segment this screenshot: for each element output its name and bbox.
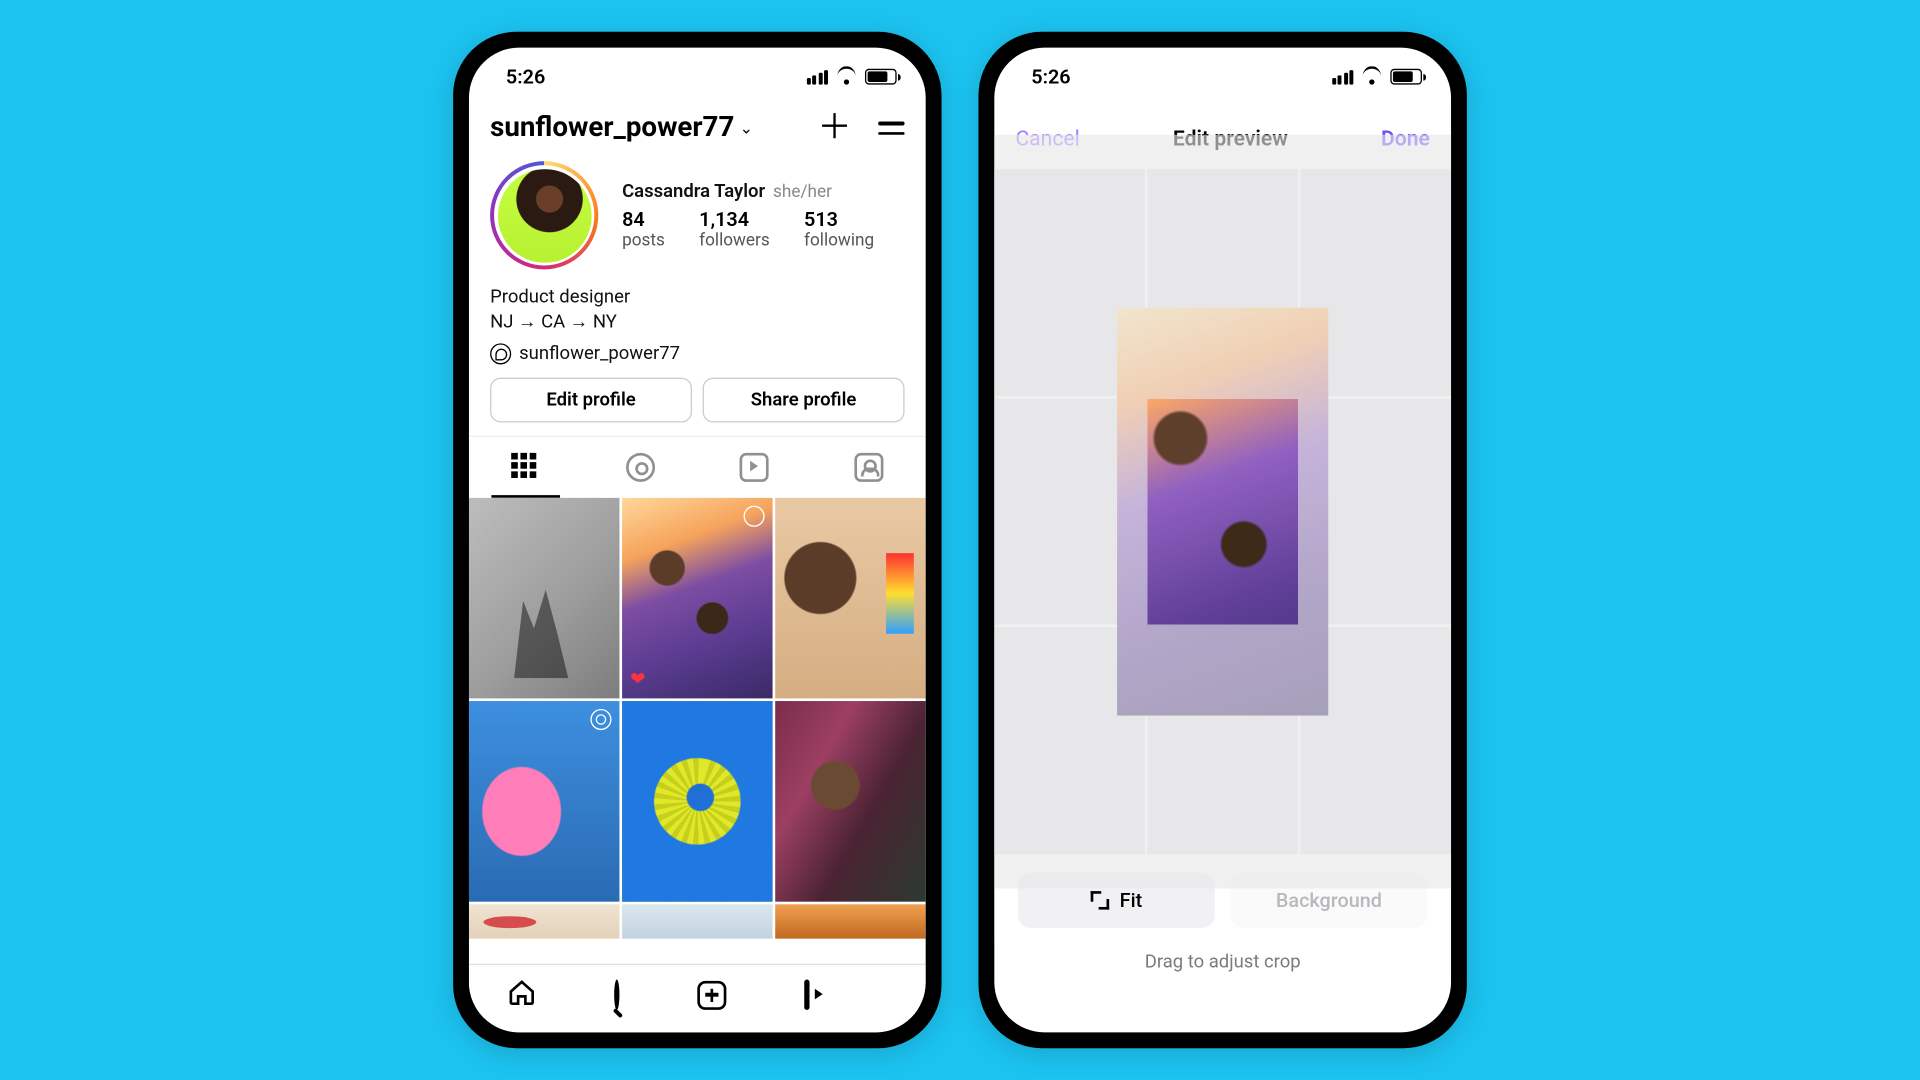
screen-profile: 5:26 sunflower_power77 ⌄ ＋ xyxy=(469,48,926,1033)
tab-grid[interactable] xyxy=(469,437,583,498)
edit-profile-button[interactable]: Edit profile xyxy=(490,377,692,422)
post-thumbnail[interactable]: ❤ xyxy=(622,497,772,698)
status-indicators xyxy=(806,69,896,85)
profile-info: Cassandra Taylor she/her 84 posts 1,134 … xyxy=(469,156,926,277)
stat-followers[interactable]: 1,134 followers xyxy=(699,207,770,251)
pronouns: she/her xyxy=(773,182,832,202)
done-button[interactable]: Done xyxy=(1381,125,1430,150)
threads-icon xyxy=(490,343,511,364)
phone-frame-profile: 5:26 sunflower_power77 ⌄ ＋ xyxy=(453,32,941,1048)
bio: Product designer NJ → CA → NY xyxy=(469,277,926,337)
username: sunflower_power77 xyxy=(490,112,734,144)
stat-posts[interactable]: 84 posts xyxy=(622,207,665,251)
phone-frame-editor: 5:26 Cancel Edit preview Done xyxy=(978,32,1466,1048)
nav-create[interactable] xyxy=(697,980,726,1009)
tab-video[interactable] xyxy=(697,437,811,498)
reels-icon xyxy=(626,453,655,482)
threads-link[interactable]: sunflower_power77 xyxy=(469,338,926,378)
grid-icon xyxy=(512,453,541,482)
display-name: Cassandra Taylor xyxy=(622,180,765,201)
crop-image[interactable] xyxy=(1117,308,1328,716)
edit-header: Cancel Edit preview Done xyxy=(994,106,1451,169)
bio-line: Product designer xyxy=(490,285,904,310)
background-button[interactable]: Background xyxy=(1231,873,1428,928)
status-bar: 5:26 xyxy=(994,48,1451,106)
avatar xyxy=(497,168,591,262)
stat-following[interactable]: 513 following xyxy=(804,207,874,251)
chevron-down-icon: ⌄ xyxy=(740,119,753,137)
tab-tagged[interactable] xyxy=(812,437,926,498)
reel-badge-icon xyxy=(590,709,611,735)
cellular-icon xyxy=(806,69,828,84)
wifi-icon xyxy=(1361,69,1382,85)
status-indicators xyxy=(1332,69,1422,85)
create-icon[interactable]: ＋ xyxy=(817,111,851,145)
status-time: 5:26 xyxy=(1031,65,1070,89)
bio-line: NJ → CA → NY xyxy=(490,310,904,335)
fit-button[interactable]: Fit xyxy=(1018,873,1215,928)
post-thumbnail[interactable] xyxy=(469,701,619,902)
reels-nav-icon xyxy=(804,980,809,1010)
home-icon xyxy=(508,978,537,1007)
crop-target-cell[interactable] xyxy=(1147,398,1297,625)
post-thumbnail[interactable] xyxy=(775,701,925,902)
threads-handle: sunflower_power77 xyxy=(519,343,680,364)
crop-hint: Drag to adjust crop xyxy=(994,939,1451,1000)
battery-icon xyxy=(1390,69,1422,85)
share-profile-button[interactable]: Share profile xyxy=(703,377,905,422)
menu-icon[interactable] xyxy=(878,111,904,145)
search-icon xyxy=(614,980,619,1010)
edit-title: Edit preview xyxy=(1173,125,1288,150)
nav-search[interactable] xyxy=(614,982,619,1007)
status-bar: 5:26 xyxy=(469,48,926,106)
profile-tabs xyxy=(469,435,926,497)
cellular-icon xyxy=(1332,69,1354,84)
plus-icon xyxy=(697,980,726,1009)
screen-editor: 5:26 Cancel Edit preview Done xyxy=(994,48,1451,1033)
battery-icon xyxy=(865,69,897,85)
crop-controls: Fit Background xyxy=(994,854,1451,938)
post-thumbnail[interactable] xyxy=(622,904,772,938)
bottom-nav xyxy=(469,964,926,1033)
carousel-icon xyxy=(744,505,765,531)
tab-reels[interactable] xyxy=(583,437,697,498)
preview-grid[interactable] xyxy=(994,169,1451,854)
story-ring[interactable] xyxy=(490,161,598,269)
post-thumbnail[interactable] xyxy=(469,904,619,938)
wifi-icon xyxy=(836,69,857,85)
post-thumbnail[interactable] xyxy=(469,497,619,698)
tagged-icon xyxy=(854,453,883,482)
username-switcher[interactable]: sunflower_power77 ⌄ xyxy=(490,112,753,144)
profile-header: sunflower_power77 ⌄ ＋ xyxy=(469,106,926,156)
fit-icon xyxy=(1091,891,1109,909)
cancel-button[interactable]: Cancel xyxy=(1015,125,1079,150)
status-time: 5:26 xyxy=(506,65,545,89)
nav-home[interactable] xyxy=(508,978,537,1012)
nav-reels[interactable] xyxy=(804,982,809,1007)
posts-grid: ❤ xyxy=(469,497,926,963)
post-thumbnail[interactable] xyxy=(622,701,772,902)
post-thumbnail[interactable] xyxy=(775,497,925,698)
video-icon xyxy=(740,453,769,482)
heart-icon: ❤ xyxy=(630,669,645,690)
post-thumbnail[interactable] xyxy=(775,904,925,938)
